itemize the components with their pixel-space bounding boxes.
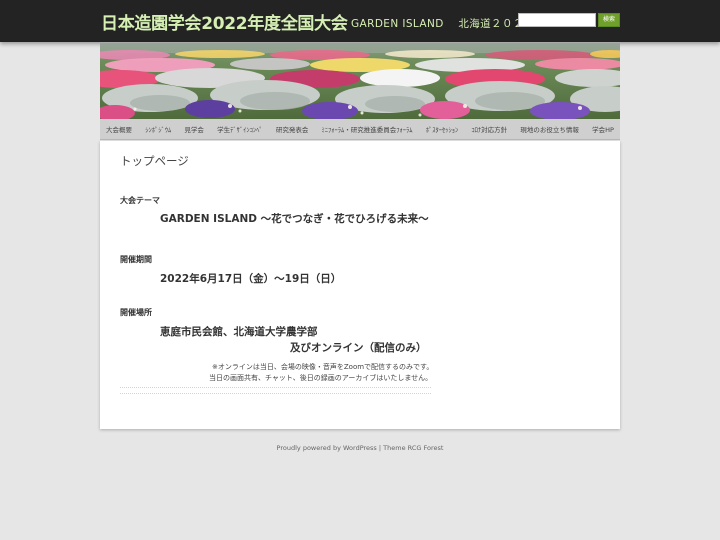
nav-item-local-info[interactable]: 現地のお役立ち情報 [518,124,581,134]
nav-item-research-presentation[interactable]: 研究発表会 [274,124,311,134]
nav-item-mini-forum[interactable]: ﾐﾆﾌｫｰﾗﾑ・研究推進委員会ﾌｫｰﾗﾑ [320,124,415,134]
main-navigation: 大会概要 ｼﾝﾎﾟｼﾞｳﾑ 見学会 学生ﾃﾞｻﾞｲﾝｺﾝﾍﾟ 研究発表会 ﾐﾆﾌ… [100,119,620,140]
top-bar: 日本造園学会2022年度全国大会 GARDEN ISLAND 北海道２０２２ 検… [0,0,720,42]
divider [120,393,431,394]
nav-item-symposium[interactable]: ｼﾝﾎﾟｼﾞｳﾑ [143,124,173,134]
nav-item-poster-session[interactable]: ﾎﾟｽﾀｰｾｯｼｮﾝ [424,124,461,134]
nav-item-covid-policy[interactable]: ｺﾛﾅ対応方針 [469,124,509,134]
search-button[interactable]: 検索 [598,13,620,27]
nav-item-tour[interactable]: 見学会 [182,124,206,134]
site-description: GARDEN ISLAND 北海道２０２２ [351,18,535,30]
site-title[interactable]: 日本造園学会2022年度全国大会 [101,9,348,34]
online-note-line-2: 当日の画面共有、チャット、後日の録画のアーカイブはいたしません。 [209,374,433,382]
header-flower-image [100,43,620,119]
divider [120,387,431,388]
nav-item-student-design-competition[interactable]: 学生ﾃﾞｻﾞｲﾝｺﾝﾍﾟ [215,124,265,134]
venue-line-1: 恵庭市民会館、北海道大学農学部 [160,326,318,338]
nav-item-overview[interactable]: 大会概要 [104,124,134,134]
theme-value: GARDEN ISLAND 〜花でつなぎ・花でひろげる未来〜 [160,213,429,225]
theme-label: 大会テーマ [120,196,160,205]
main-content: トップページ 大会テーマ GARDEN ISLAND 〜花でつなぎ・花でひろげる… [100,141,620,429]
period-value: 2022年6月17日（金）〜19日（日） [160,273,342,285]
venue-label: 開催場所 [120,308,152,317]
nav-item-society-hp[interactable]: 学会HP [590,124,616,134]
online-note-line-1: ※オンラインは当日、会場の映像・音声をZoomで配信するのみです。 [212,363,434,371]
powered-by-link[interactable]: Proudly powered by WordPress [277,444,377,452]
period-label: 開催期間 [120,255,152,264]
footer: Proudly powered by WordPress | Theme RCG… [0,444,720,452]
flower-field-illustration [100,43,620,119]
search-input[interactable] [518,13,596,27]
theme-link[interactable]: Theme RCG Forest [383,444,443,452]
page-title: トップページ [120,154,189,168]
venue-line-2: 及びオンライン（配信のみ） [290,342,427,354]
